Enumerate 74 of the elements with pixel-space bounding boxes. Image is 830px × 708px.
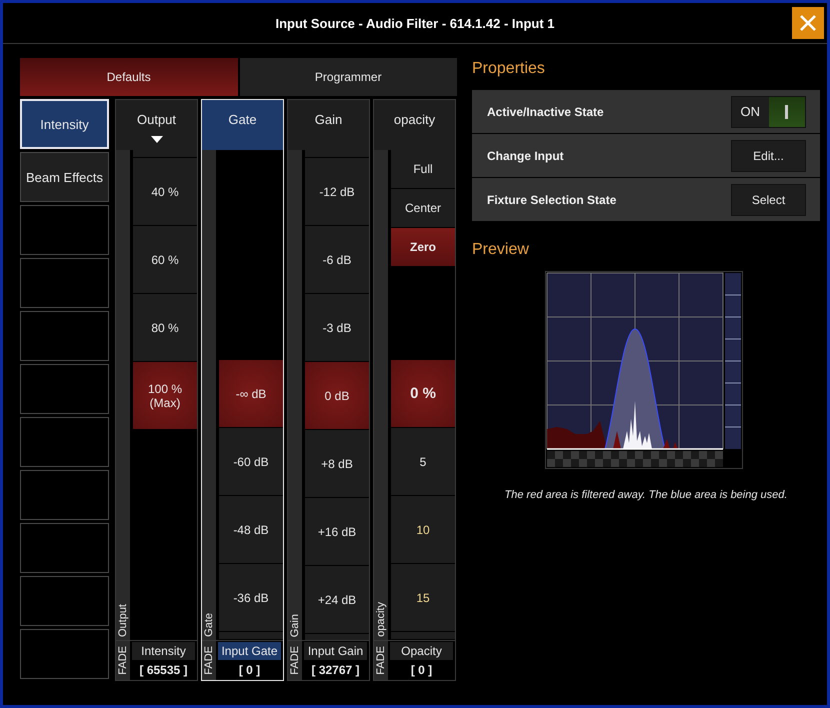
preset-level-button[interactable]: Center [391,189,455,227]
fader-name: Input Gate [218,642,281,660]
tab[interactable]: Defaults [20,58,238,96]
property-label: Change Input [487,148,564,162]
step-button[interactable]: 80 % [133,294,197,361]
dropdown-icon [150,136,162,143]
fade-label: FADE [374,641,388,680]
step-button[interactable]: -36 dB [219,564,283,631]
step-button[interactable]: 100 % (Max) [133,362,197,429]
preset-button[interactable] [20,205,109,255]
step-button[interactable]: 0 dB [305,362,369,429]
preset-button[interactable] [20,470,109,520]
preset-button[interactable] [20,364,109,414]
preset-button[interactable] [20,629,109,679]
fader-track[interactable]: opacity [374,150,388,640]
close-button[interactable] [792,7,824,39]
fader-name: Input Gain [304,642,367,660]
step-button[interactable]: +8 dB [305,430,369,497]
partial-step [391,632,455,639]
step-button[interactable]: 0 % [391,360,455,427]
step-button[interactable]: 60 % [133,226,197,293]
fader-header[interactable]: opacity [374,100,455,150]
preset-level-button[interactable]: Zero [391,228,455,266]
preset-button[interactable] [20,576,109,626]
tab[interactable]: Programmer [240,58,457,96]
window-title: Input Source - Audio Filter - 614.1.42 - Input 1 [275,16,555,30]
fade-label: FADE [288,641,302,680]
partial-step [305,634,369,640]
toggle-switch[interactable]: ON [731,96,806,128]
property-label: Fixture Selection State [487,192,616,206]
fader-track[interactable]: Output [116,150,130,640]
fader-track[interactable]: Gain [288,150,302,640]
fader-name: Opacity [390,642,453,660]
partial-step [133,150,197,157]
step-button[interactable]: -∞ dB [219,360,283,427]
step-button[interactable]: -3 dB [305,294,369,361]
fader-value: [ 0 ] [410,662,434,677]
property-button[interactable]: Edit... [731,140,806,172]
fader-value: [ 65535 ] [138,662,189,677]
fader-value: [ 0 ] [238,662,262,677]
fader-name: Intensity [132,642,195,660]
preset-button[interactable] [20,523,109,573]
preset-button[interactable] [20,311,109,361]
partial-step [305,150,369,157]
partial-step [219,632,283,639]
step-button[interactable]: -60 dB [219,428,283,495]
step-button[interactable]: 15 [391,564,455,631]
property-label: Active/Inactive State [487,104,604,118]
fader-track[interactable]: Gate [202,150,216,640]
section-heading: Properties [472,60,546,78]
step-button[interactable]: 40 % [133,158,197,225]
preview-caption: The red area is filtered away. The blue area is being used. [504,489,788,501]
preset-button[interactable]: Beam Effects [20,152,109,202]
step-button[interactable]: -48 dB [219,496,283,563]
preset-level-button[interactable]: Full [391,150,455,188]
step-button[interactable]: -6 dB [305,226,369,293]
fader-header[interactable]: Output [116,100,197,150]
preset-button[interactable] [20,258,109,308]
step-button[interactable]: 10 [391,496,455,563]
step-button[interactable]: 5 [391,428,455,495]
property-button[interactable]: Select [731,184,806,216]
fader-value: [ 32767 ] [310,662,361,677]
step-button[interactable]: +16 dB [305,498,369,565]
fade-label: FADE [202,641,216,680]
section-heading: Preview [472,241,530,259]
preset-button[interactable] [20,417,109,467]
fader-header[interactable]: Gate [202,100,283,150]
preset-button[interactable]: Intensity [20,99,109,149]
close-icon [799,14,817,32]
fade-label: FADE [116,641,130,680]
step-button[interactable]: +24 dB [305,566,369,633]
step-button[interactable]: -12 dB [305,158,369,225]
fader-header[interactable]: Gain [288,100,369,150]
switch-bar-icon [785,104,788,118]
